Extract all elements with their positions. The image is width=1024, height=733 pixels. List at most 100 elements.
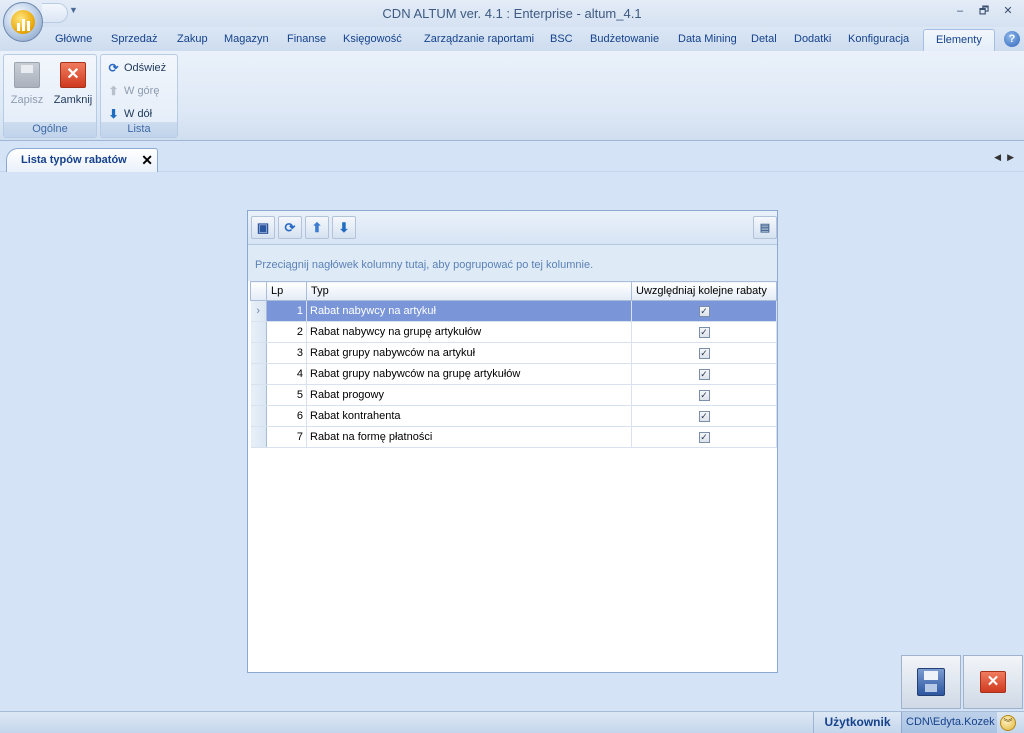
close-icon: ✕: [980, 671, 1006, 693]
tab-budzetowanie[interactable]: Budżetowanie: [588, 31, 661, 51]
cell-lp[interactable]: 1: [266, 300, 307, 322]
arrow-up-icon: ⬆: [311, 219, 323, 235]
close-label: Zamknij: [53, 94, 93, 106]
cell-checkbox[interactable]: ✓: [631, 300, 777, 322]
row-indicator-icon: ›: [250, 300, 267, 322]
table-row[interactable]: 7 Rabat na formę płatności ✓: [250, 426, 777, 448]
discount-types-grid: Lp Typ Uwzględniaj kolejne rabaty › 1 Ra…: [250, 281, 777, 448]
row-indicator: [250, 363, 267, 385]
cell-typ[interactable]: Rabat na formę płatności: [306, 426, 632, 448]
panel-toolbar: ▣ ⟳ ⬆ ⬇ ▤: [248, 211, 777, 245]
cell-checkbox[interactable]: ✓: [631, 426, 777, 448]
help-icon[interactable]: ?: [1004, 31, 1020, 47]
move-up-button[interactable]: ⬆ W górę: [107, 82, 159, 100]
column-header-typ[interactable]: Typ: [306, 281, 632, 301]
arrow-down-icon: ⬇: [108, 107, 119, 121]
tab-zarzadzanie-raportami[interactable]: Zarządzanie raportami: [422, 31, 536, 51]
save-ribbon-button[interactable]: Zapisz: [7, 59, 47, 111]
status-user-label: Użytkownik: [813, 712, 901, 733]
column-chooser-icon: ▤: [759, 222, 771, 234]
save-action-button[interactable]: [901, 655, 961, 709]
row-indicator-header: [250, 281, 267, 301]
cell-lp[interactable]: 5: [266, 384, 307, 406]
cell-checkbox[interactable]: ✓: [631, 342, 777, 364]
tab-data-mining[interactable]: Data Mining: [676, 31, 739, 51]
status-user-value[interactable]: CDN\Edyta.Kozek: [901, 712, 997, 733]
tab-finanse[interactable]: Finanse: [285, 31, 328, 51]
panel-refresh-button[interactable]: ⟳: [278, 216, 302, 239]
cell-typ[interactable]: Rabat nabywcy na artykuł: [306, 300, 632, 322]
panel-up-button[interactable]: ⬆: [305, 216, 329, 239]
cell-checkbox[interactable]: ✓: [631, 384, 777, 406]
cell-checkbox[interactable]: ✓: [631, 363, 777, 385]
panel-save-button[interactable]: ▣: [251, 216, 275, 239]
row-indicator: [250, 384, 267, 406]
ribbon: Zapisz ✕ Zamknij Ogólne ⟳ Odśwież ⬆ W gó…: [0, 51, 1024, 141]
cell-lp[interactable]: 6: [266, 405, 307, 427]
cell-typ[interactable]: Rabat nabywcy na grupę artykułów: [306, 321, 632, 343]
tab-dodatki[interactable]: Dodatki: [792, 31, 833, 51]
cell-typ[interactable]: Rabat grupy nabywców na artykuł: [306, 342, 632, 364]
checkbox[interactable]: ✓: [698, 389, 710, 401]
tab-elementy[interactable]: Elementy: [923, 29, 995, 51]
table-row[interactable]: 4 Rabat grupy nabywców na grupę artykułó…: [250, 363, 777, 385]
column-chooser-button[interactable]: ▤: [753, 216, 777, 239]
checkbox[interactable]: ✓: [698, 410, 710, 422]
checkbox[interactable]: ✓: [698, 326, 710, 338]
table-row[interactable]: 6 Rabat kontrahenta ✓: [250, 405, 777, 427]
tab-scroll-arrows[interactable]: ◀▶: [994, 152, 1020, 163]
app-logo-icon: [11, 10, 35, 34]
table-row[interactable]: 3 Rabat grupy nabywców na artykuł ✓: [250, 342, 777, 364]
tab-magazyn[interactable]: Magazyn: [222, 31, 271, 51]
row-indicator: [250, 426, 267, 448]
move-up-label: W górę: [124, 85, 160, 97]
cell-typ[interactable]: Rabat progowy: [306, 384, 632, 406]
close-window-button[interactable]: ✕: [998, 3, 1018, 19]
cell-lp[interactable]: 7: [266, 426, 307, 448]
arrow-up-icon: ⬆: [108, 84, 119, 98]
title-bar: ▼ CDN ALTUM ver. 4.1 : Enterprise - altu…: [0, 0, 1024, 27]
panel-down-button[interactable]: ⬇: [332, 216, 356, 239]
column-header-uwzgledniaj[interactable]: Uwzględniaj kolejne rabaty: [631, 281, 777, 301]
minimize-button[interactable]: –: [950, 3, 970, 19]
cell-checkbox[interactable]: ✓: [631, 405, 777, 427]
close-action-button[interactable]: ✕: [963, 655, 1023, 709]
application-menu-button[interactable]: [3, 2, 43, 42]
close-ribbon-button[interactable]: ✕ Zamknij: [51, 59, 95, 111]
cell-typ[interactable]: Rabat kontrahenta: [306, 405, 632, 427]
checkbox[interactable]: ✓: [698, 305, 710, 317]
column-header-lp[interactable]: Lp: [266, 281, 307, 301]
chevron-down-icon[interactable]: ︾: [1000, 715, 1016, 731]
tab-sprzedaz[interactable]: Sprzedaż: [109, 31, 159, 51]
cell-lp[interactable]: 2: [266, 321, 307, 343]
refresh-button[interactable]: ⟳ Odśwież: [107, 59, 166, 77]
tab-konfiguracja[interactable]: Konfiguracja: [846, 31, 911, 51]
document-tab-strip: Lista typów rabatów ✕ ◀▶: [0, 141, 1024, 172]
cell-typ[interactable]: Rabat grupy nabywców na grupę artykułów: [306, 363, 632, 385]
tab-glowne[interactable]: Główne: [53, 31, 94, 51]
tab-detal[interactable]: Detal: [749, 31, 779, 51]
tab-bsc[interactable]: BSC: [548, 31, 575, 51]
group-by-area[interactable]: Przeciągnij nagłówek kolumny tutaj, aby …: [248, 245, 777, 281]
table-row[interactable]: › 1 Rabat nabywcy na artykuł ✓: [250, 300, 777, 322]
ribbon-tab-bar: Główne Sprzedaż Zakup Magazyn Finanse Ks…: [0, 27, 1024, 51]
save-label: Zapisz: [10, 94, 44, 106]
tab-ksiegowosc[interactable]: Księgowość: [341, 31, 404, 51]
cell-checkbox[interactable]: ✓: [631, 321, 777, 343]
checkbox[interactable]: ✓: [698, 347, 710, 359]
cell-lp[interactable]: 4: [266, 363, 307, 385]
checkbox[interactable]: ✓: [698, 431, 710, 443]
cell-lp[interactable]: 3: [266, 342, 307, 364]
restore-button[interactable]: 🗗: [974, 3, 994, 19]
table-row[interactable]: 5 Rabat progowy ✓: [250, 384, 777, 406]
row-indicator: [250, 405, 267, 427]
doc-tab-close-icon[interactable]: ✕: [141, 152, 153, 169]
move-down-label: W dół: [124, 108, 153, 120]
doc-tab-lista-typow-rabatow[interactable]: Lista typów rabatów ✕: [6, 148, 158, 172]
tab-zakup[interactable]: Zakup: [175, 31, 210, 51]
discount-types-panel: ▣ ⟳ ⬆ ⬇ ▤ Przeciągnij nagłówek kolumny t…: [247, 210, 778, 673]
checkbox[interactable]: ✓: [698, 368, 710, 380]
save-icon: [14, 62, 40, 88]
table-row[interactable]: 2 Rabat nabywcy na grupę artykułów ✓: [250, 321, 777, 343]
move-down-button[interactable]: ⬇ W dół: [107, 105, 152, 123]
